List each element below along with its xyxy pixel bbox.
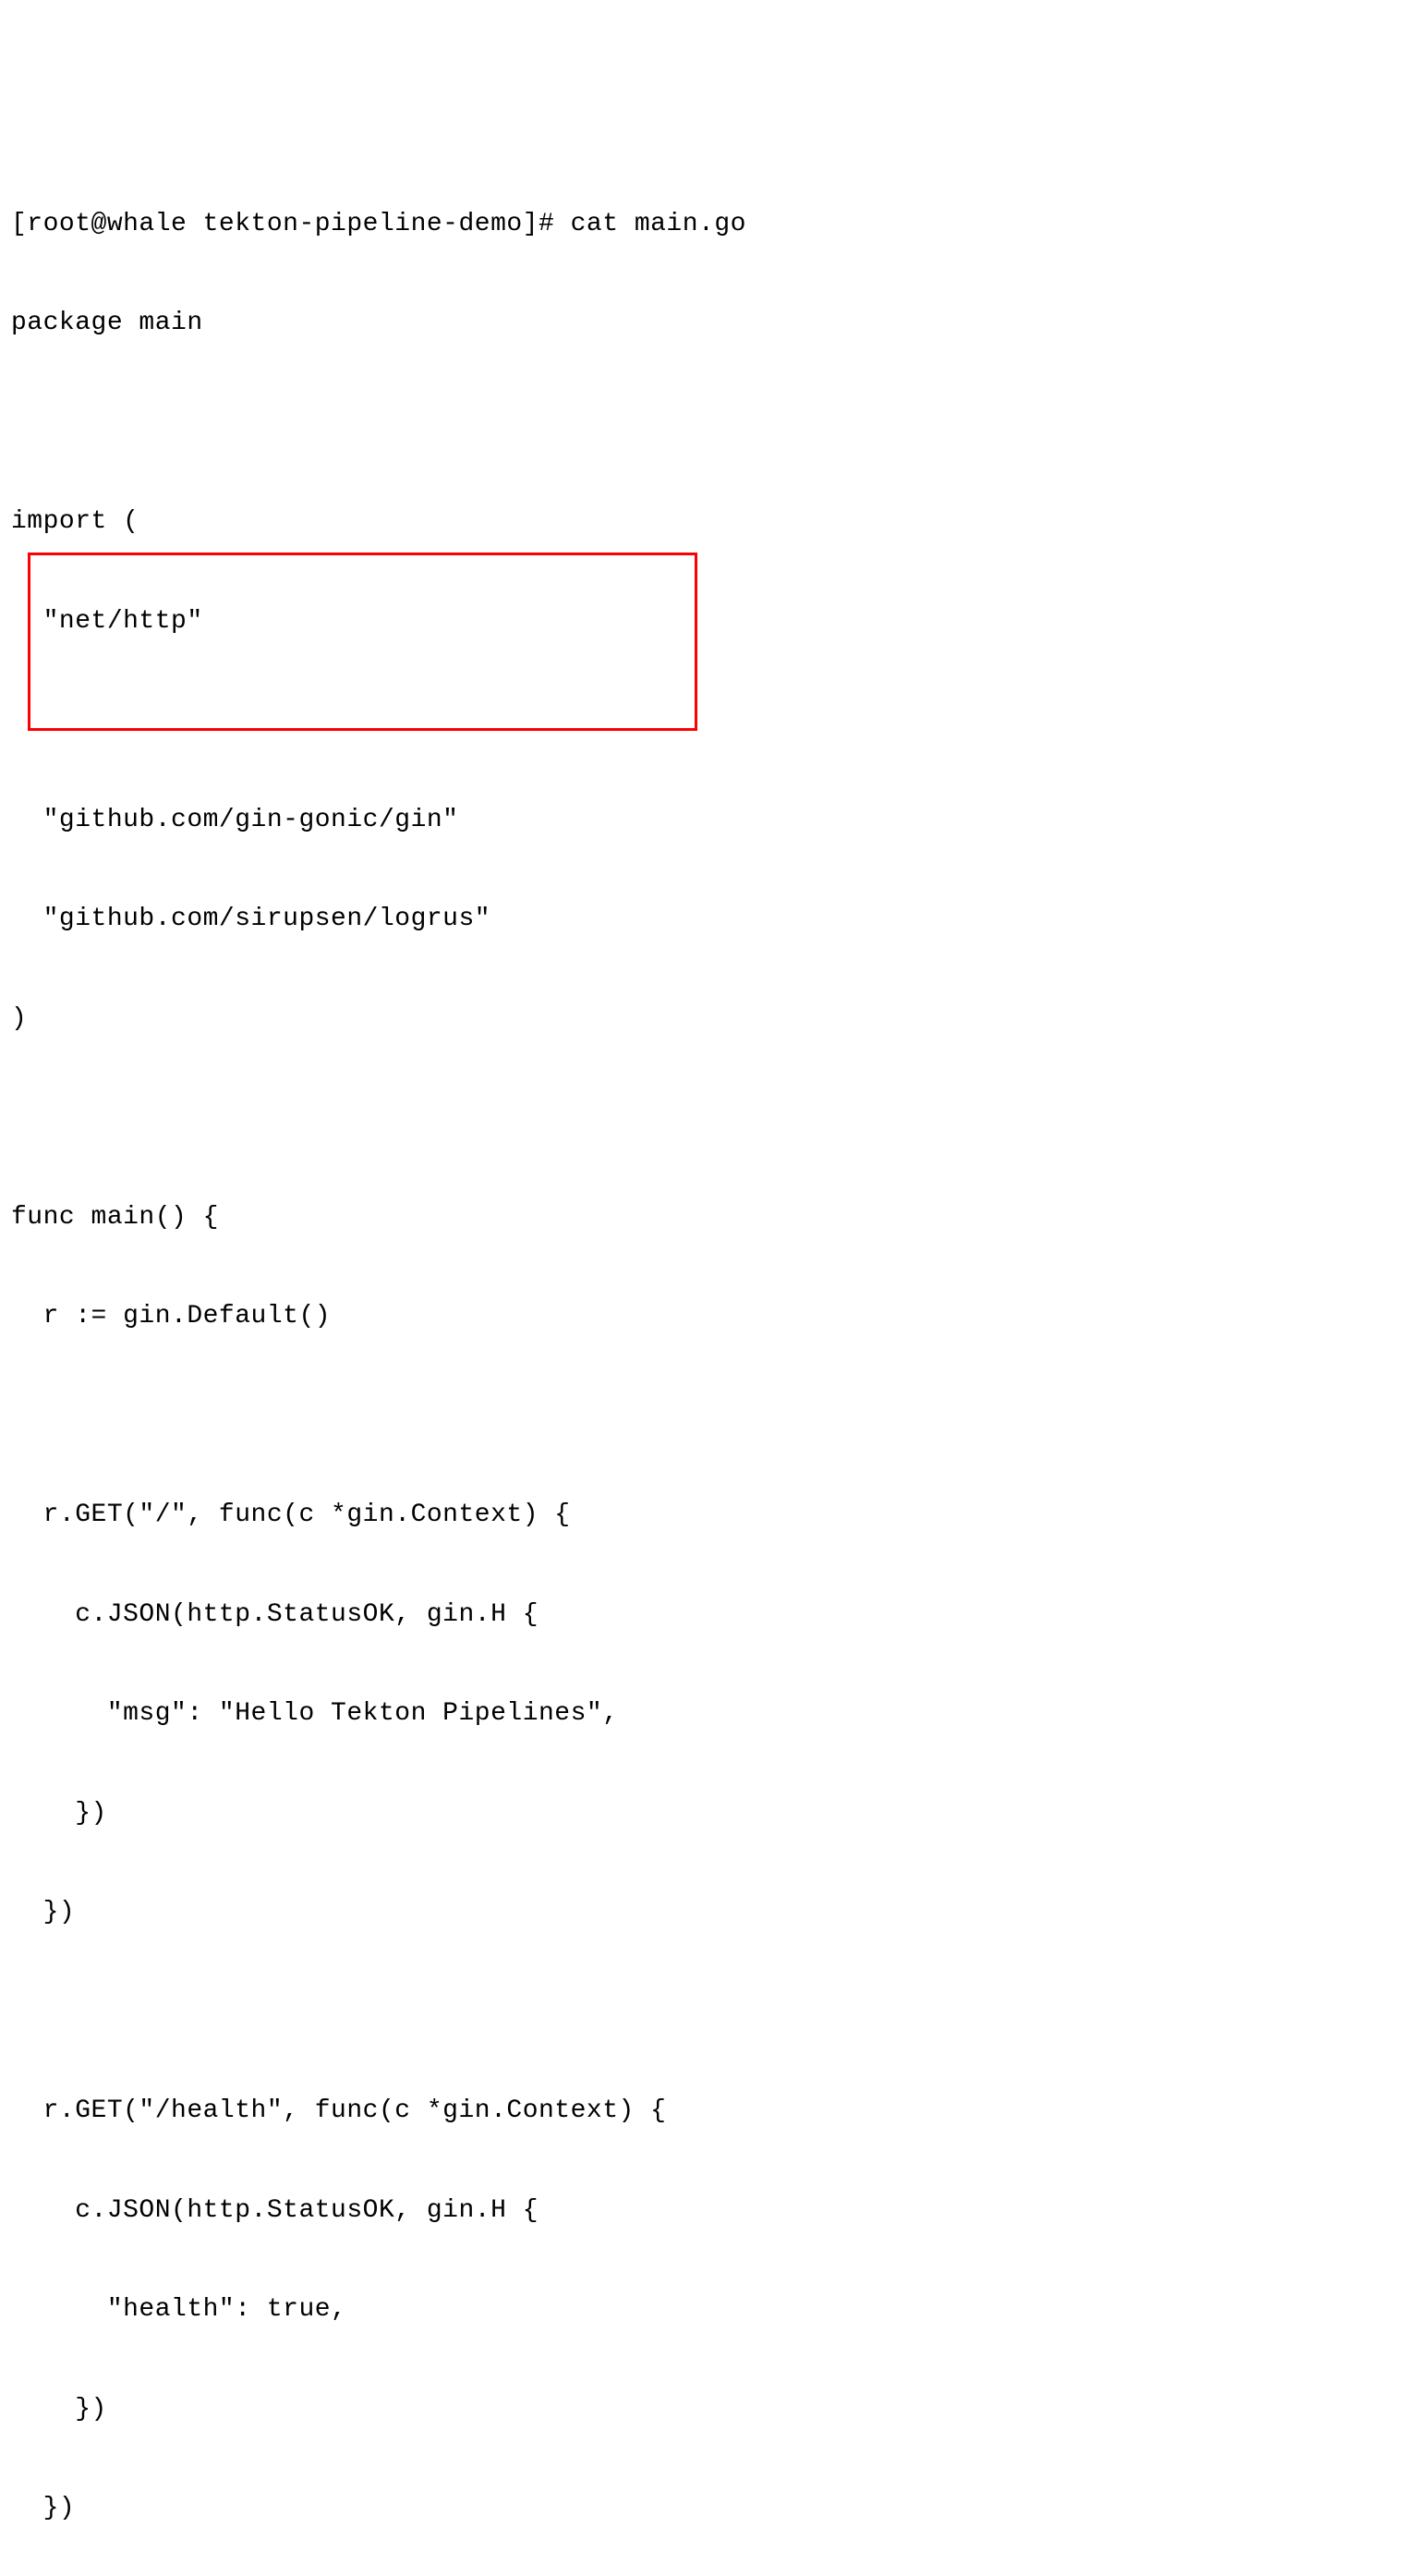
code-line: }) — [11, 2492, 1393, 2525]
code-line — [11, 1996, 1393, 2029]
code-line — [11, 1400, 1393, 1433]
code-line: c.JSON(http.StatusOK, gin.H { — [11, 1598, 1393, 1632]
command-line: [root@whale tekton-pipeline-demo]# cat m… — [11, 208, 1393, 241]
code-line — [11, 407, 1393, 440]
code-line: "msg": "Hello Tekton Pipelines", — [11, 1697, 1393, 1731]
code-line: "health": true, — [11, 2293, 1393, 2327]
code-line: r := gin.Default() — [11, 1300, 1393, 1333]
code-line: }) — [11, 1797, 1393, 1830]
code-line: ) — [11, 1002, 1393, 1036]
code-line: "github.com/gin-gonic/gin" — [11, 804, 1393, 837]
code-line: import ( — [11, 505, 1393, 539]
shell-command: cat main.go — [571, 210, 746, 238]
terminal-output: [root@whale tekton-pipeline-demo]# cat m… — [11, 141, 1393, 2576]
code-line: package main — [11, 307, 1393, 340]
shell-prompt: [root@whale tekton-pipeline-demo]# — [11, 210, 571, 238]
code-line — [11, 1101, 1393, 1135]
code-line: r.GET("/health", func(c *gin.Context) { — [11, 2095, 1393, 2128]
code-line: r.GET("/", func(c *gin.Context) { — [11, 1499, 1393, 1532]
code-line: "github.com/sirupsen/logrus" — [11, 903, 1393, 936]
code-line: }) — [11, 2393, 1393, 2426]
code-line: c.JSON(http.StatusOK, gin.H { — [11, 2194, 1393, 2228]
code-line: "net/http" — [11, 605, 1393, 638]
code-line: }) — [11, 1896, 1393, 1929]
code-line — [11, 704, 1393, 737]
code-line: func main() { — [11, 1201, 1393, 1234]
